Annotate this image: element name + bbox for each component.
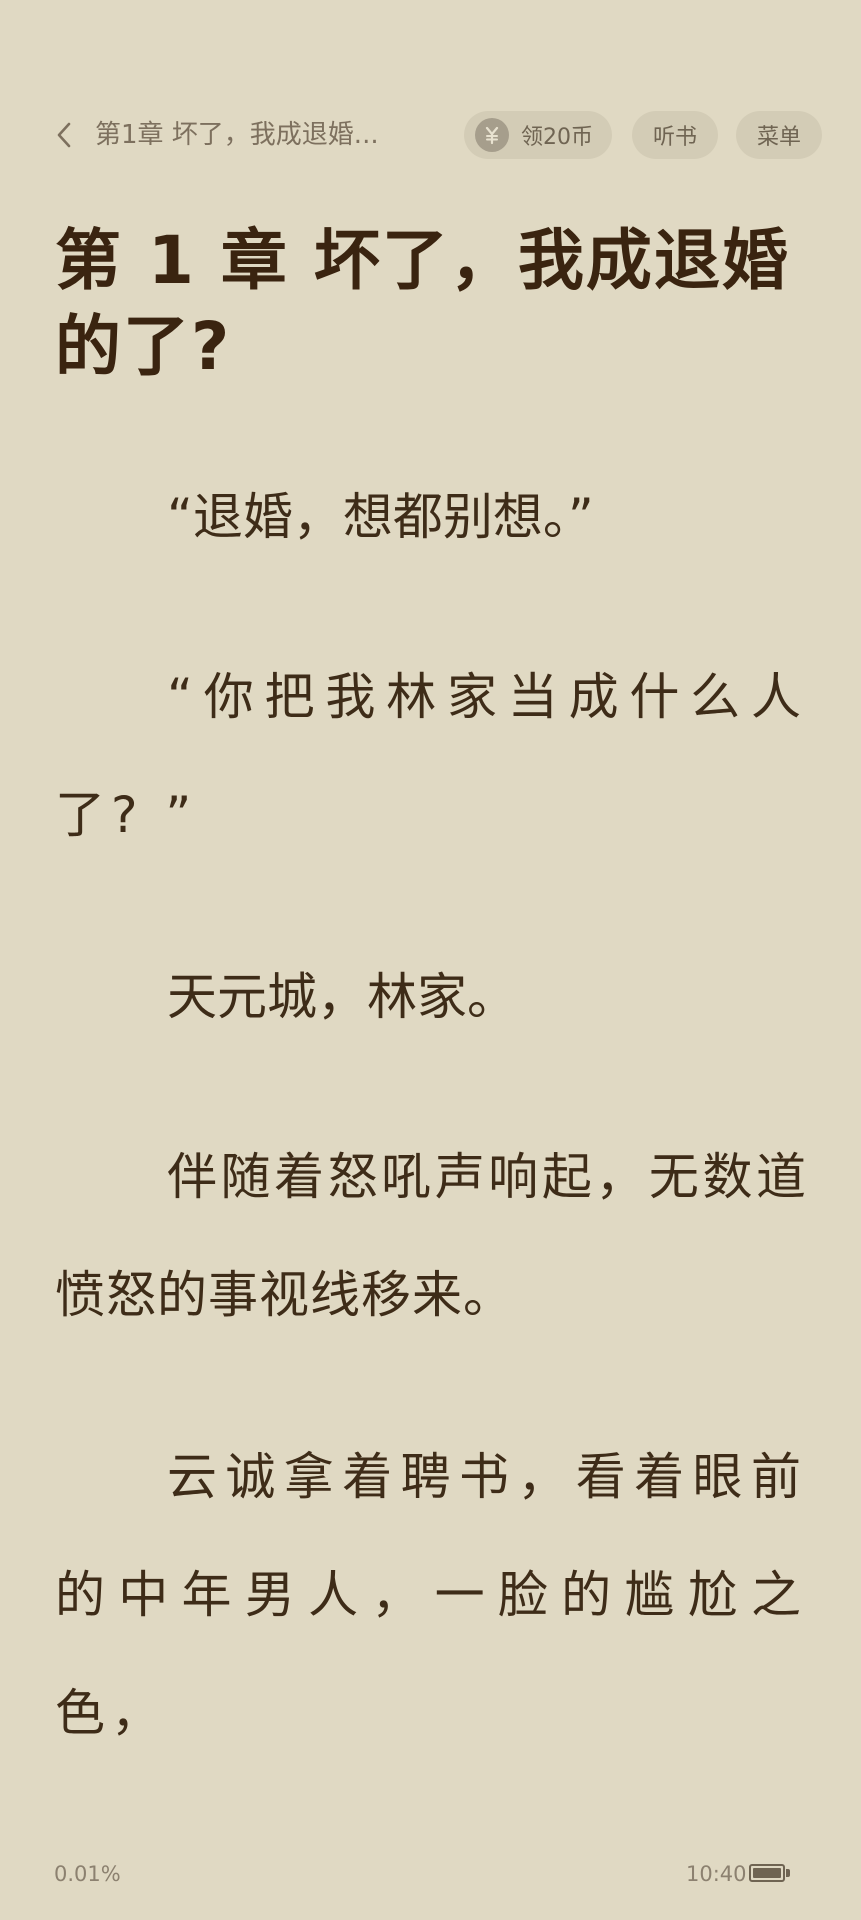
paragraph: “你把我林家当成什么人了? ” [55,668,807,844]
battery-fill [753,1868,781,1878]
listen-button[interactable]: 听书 [632,111,718,159]
clock: 10:40 [686,1862,747,1886]
menu-label: 菜单 [756,125,801,150]
paragraph: “退婚，想都别想。” [167,488,594,546]
chevron-left-icon [57,122,71,148]
chapter-title: 第 1 章 坏了，我成退婚的了? [55,222,790,385]
paragraph: 天元城，林家。 [167,968,517,1026]
claim-coins-label: 领20币 [521,125,593,150]
listen-label: 听书 [652,125,697,150]
chapter-short-title[interactable]: 第1章 坏了，我成退婚... [95,110,379,160]
reading-progress: 0.01% [54,1862,121,1886]
battery-tip [786,1869,790,1877]
claim-coins-button[interactable]: 领20币 [464,111,612,159]
yuan-coin-icon [475,118,509,152]
battery-icon [749,1864,785,1882]
paragraph: 伴随着怒吼声响起，无数道愤怒的事视线移来。 [55,1148,807,1324]
menu-button[interactable]: 菜单 [736,111,822,159]
paragraph: 云诚拿着聘书，看着眼前的中年男人，一脸的尴尬之色， [55,1448,807,1742]
top-bar: 第1章 坏了，我成退婚... 领20币 听书 菜单 [0,110,861,160]
back-button[interactable] [44,113,84,157]
